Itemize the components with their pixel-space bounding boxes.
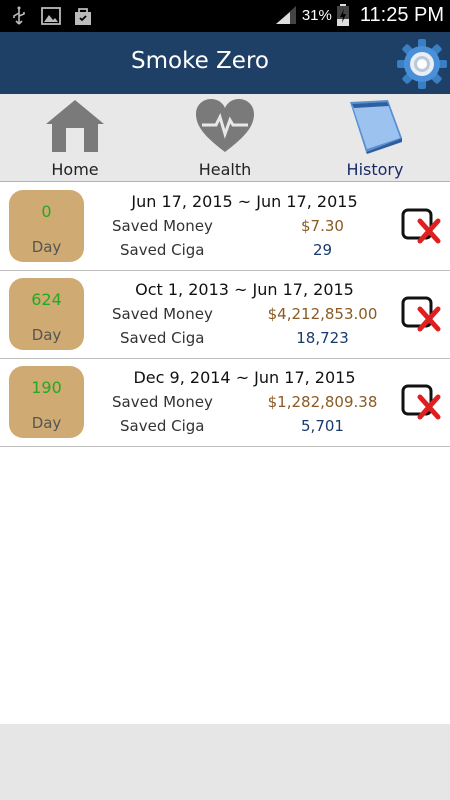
history-row[interactable]: 624 Day Oct 1, 2013 ~ Jun 17, 2015 Saved… [0,271,450,359]
day-badge: 0 Day [9,190,84,262]
saved-money-value: $1,282,809.38 [267,393,378,411]
day-unit-label: Day [31,238,62,256]
app-title: Smoke Zero [131,48,269,74]
day-unit-label: Day [31,414,62,432]
saved-money-label: Saved Money [112,393,213,411]
day-badge: 624 Day [9,278,84,350]
saved-ciga-value: 5,701 [301,417,344,435]
day-count: 190 [31,378,62,397]
delete-checkbox-icon[interactable] [400,383,442,421]
saved-ciga-label: Saved Ciga [120,329,205,347]
delete-checkbox-icon[interactable] [400,295,442,333]
tab-home-label: Home [51,160,99,179]
app-header: Smoke Zero [0,32,450,94]
battery-percent: 31% [301,6,332,24]
date-range: Jun 17, 2015 ~ Jun 17, 2015 [131,192,358,211]
house-icon [46,100,104,152]
battery-charging-icon [336,4,349,26]
date-range: Oct 1, 2013 ~ Jun 17, 2015 [135,280,354,299]
heart-pulse-icon [196,99,254,152]
tab-home[interactable]: Home [0,94,150,182]
status-bar: 31% 11:25 PM [0,0,450,32]
usb-icon [13,6,25,25]
shopping-bag-icon [75,8,91,25]
image-icon [41,7,61,25]
history-row[interactable]: 190 Day Dec 9, 2014 ~ Jun 17, 2015 Saved… [0,359,450,447]
saved-ciga-label: Saved Ciga [120,241,205,259]
bottom-bar [0,724,450,800]
notebook-icon [350,100,402,154]
tab-health[interactable]: Health [150,94,300,182]
date-range: Dec 9, 2014 ~ Jun 17, 2015 [133,368,356,387]
day-count: 0 [41,202,52,221]
tab-history[interactable]: History [300,94,450,182]
tab-bar: Home Health History [0,94,450,182]
tab-health-label: Health [198,160,252,179]
day-count: 624 [31,290,62,309]
delete-checkbox-icon[interactable] [400,207,442,245]
saved-money-value: $4,212,853.00 [267,305,378,323]
saved-money-value: $7.30 [301,217,344,235]
saved-ciga-label: Saved Ciga [120,417,205,435]
signal-icon [275,6,296,24]
day-unit-label: Day [31,326,62,344]
tab-history-label: History [346,160,404,179]
history-list: 0 Day Jun 17, 2015 ~ Jun 17, 2015 Saved … [0,183,450,447]
saved-ciga-value: 29 [312,241,333,259]
saved-ciga-value: 18,723 [296,329,349,347]
saved-money-label: Saved Money [112,305,213,323]
saved-money-label: Saved Money [112,217,213,235]
clock: 11:25 PM [359,3,444,26]
settings-gear-icon[interactable] [396,38,448,90]
day-badge: 190 Day [9,366,84,438]
history-row[interactable]: 0 Day Jun 17, 2015 ~ Jun 17, 2015 Saved … [0,183,450,271]
